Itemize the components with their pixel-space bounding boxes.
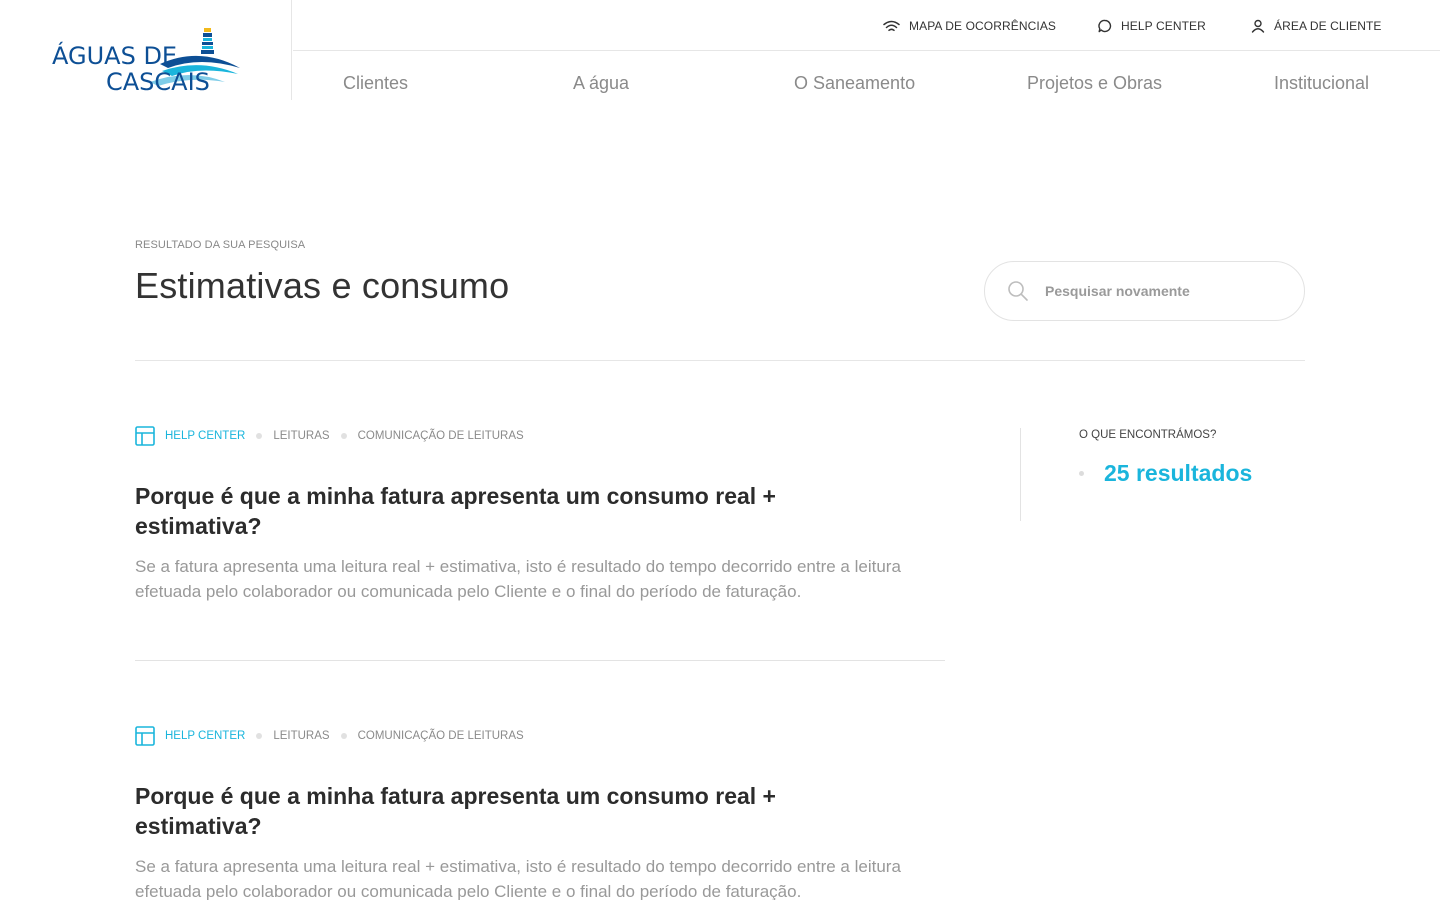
ocorrencias-label: MAPA DE OCORRÊNCIAS xyxy=(909,19,1057,33)
wifi-signal-icon xyxy=(883,20,900,31)
chat-bubble-icon xyxy=(1098,19,1112,33)
nav-institucional[interactable]: Institucional xyxy=(1274,73,1369,94)
breadcrumb-help-center[interactable]: HELP CENTER xyxy=(165,730,245,742)
result-breadcrumb: HELP CENTER LEITURAS COMUNICAÇÃO DE LEIT… xyxy=(135,726,945,746)
section-divider xyxy=(135,360,1305,361)
search-icon[interactable] xyxy=(1007,280,1029,302)
page-title: Estimativas e consumo xyxy=(135,265,510,306)
layout-icon xyxy=(135,426,155,446)
search-eyebrow: RESULTADO DA SUA PESQUISA xyxy=(135,239,306,251)
results-count-text: 25 resultados xyxy=(1104,460,1253,486)
help-center-label: HELP CENTER xyxy=(1121,19,1206,33)
result-separator xyxy=(135,660,945,661)
result-snippet: Se a fatura apresenta uma leitura real +… xyxy=(135,557,901,601)
search-result: HELP CENTER LEITURAS COMUNICAÇÃO DE LEIT… xyxy=(135,726,945,900)
layout-icon xyxy=(135,726,155,746)
sidebar-rule xyxy=(1020,428,1021,521)
area-cliente-label: ÁREA DE CLIENTE xyxy=(1274,19,1382,33)
nav-projetos-obras[interactable]: Projetos e Obras xyxy=(1027,73,1162,94)
breadcrumb-separator xyxy=(256,733,263,739)
help-center-link[interactable]: HELP CENTER xyxy=(1098,17,1206,35)
search-box[interactable] xyxy=(984,261,1305,321)
results-count: 25 resultados xyxy=(1079,460,1252,487)
breadcrumb-separator xyxy=(340,433,347,439)
breadcrumb-separator xyxy=(340,733,347,739)
breadcrumb-separator xyxy=(256,433,263,439)
result-title[interactable]: Porque é que a minha fatura apresenta um… xyxy=(135,481,835,541)
result-title[interactable]: Porque é que a minha fatura apresenta um… xyxy=(135,781,835,841)
logo-container[interactable]: ÁGUAS DE CASCAIS xyxy=(0,0,292,100)
ocorrencias-link[interactable]: MAPA DE OCORRÊNCIAS xyxy=(883,17,1056,35)
search-result: HELP CENTER LEITURAS COMUNICAÇÃO DE LEIT… xyxy=(135,426,945,604)
nav-a-agua[interactable]: A água xyxy=(573,73,629,94)
area-cliente-link[interactable]: ÁREA DE CLIENTE xyxy=(1251,17,1382,35)
breadcrumb-leituras[interactable]: LEITURAS xyxy=(273,730,329,742)
nav-clientes[interactable]: Clientes xyxy=(343,73,408,94)
breadcrumb-leituras[interactable]: LEITURAS xyxy=(273,430,329,442)
logo-text-line2: CASCAIS xyxy=(106,68,210,94)
result-breadcrumb: HELP CENTER LEITURAS COMUNICAÇÃO DE LEIT… xyxy=(135,426,945,446)
search-input[interactable] xyxy=(1045,283,1275,299)
utility-bar: MAPA DE OCORRÊNCIAS HELP CENTER ÁREA DE … xyxy=(293,0,1440,51)
breadcrumb-comunicacao[interactable]: COMUNICAÇÃO DE LEITURAS xyxy=(358,730,524,742)
user-icon xyxy=(1251,19,1265,33)
site-header: ÁGUAS DE CASCAIS MAPA DE OCORRÊNCIAS HEL… xyxy=(0,0,1440,100)
breadcrumb-help-center[interactable]: HELP CENTER xyxy=(165,430,245,442)
logo-text-line1: ÁGUAS DE xyxy=(52,41,177,70)
results-summary-label: O QUE ENCONTRÁMOS? xyxy=(1079,429,1217,441)
result-snippet: Se a fatura apresenta uma leitura real +… xyxy=(135,857,901,900)
nav-saneamento[interactable]: O Saneamento xyxy=(794,73,915,94)
breadcrumb-comunicacao[interactable]: COMUNICAÇÃO DE LEITURAS xyxy=(358,430,524,442)
main-nav: Clientes A água O Saneamento Projetos e … xyxy=(293,51,1440,100)
aguas-de-cascais-logo[interactable]: ÁGUAS DE CASCAIS xyxy=(50,24,245,94)
bullet-dot xyxy=(1079,471,1084,476)
